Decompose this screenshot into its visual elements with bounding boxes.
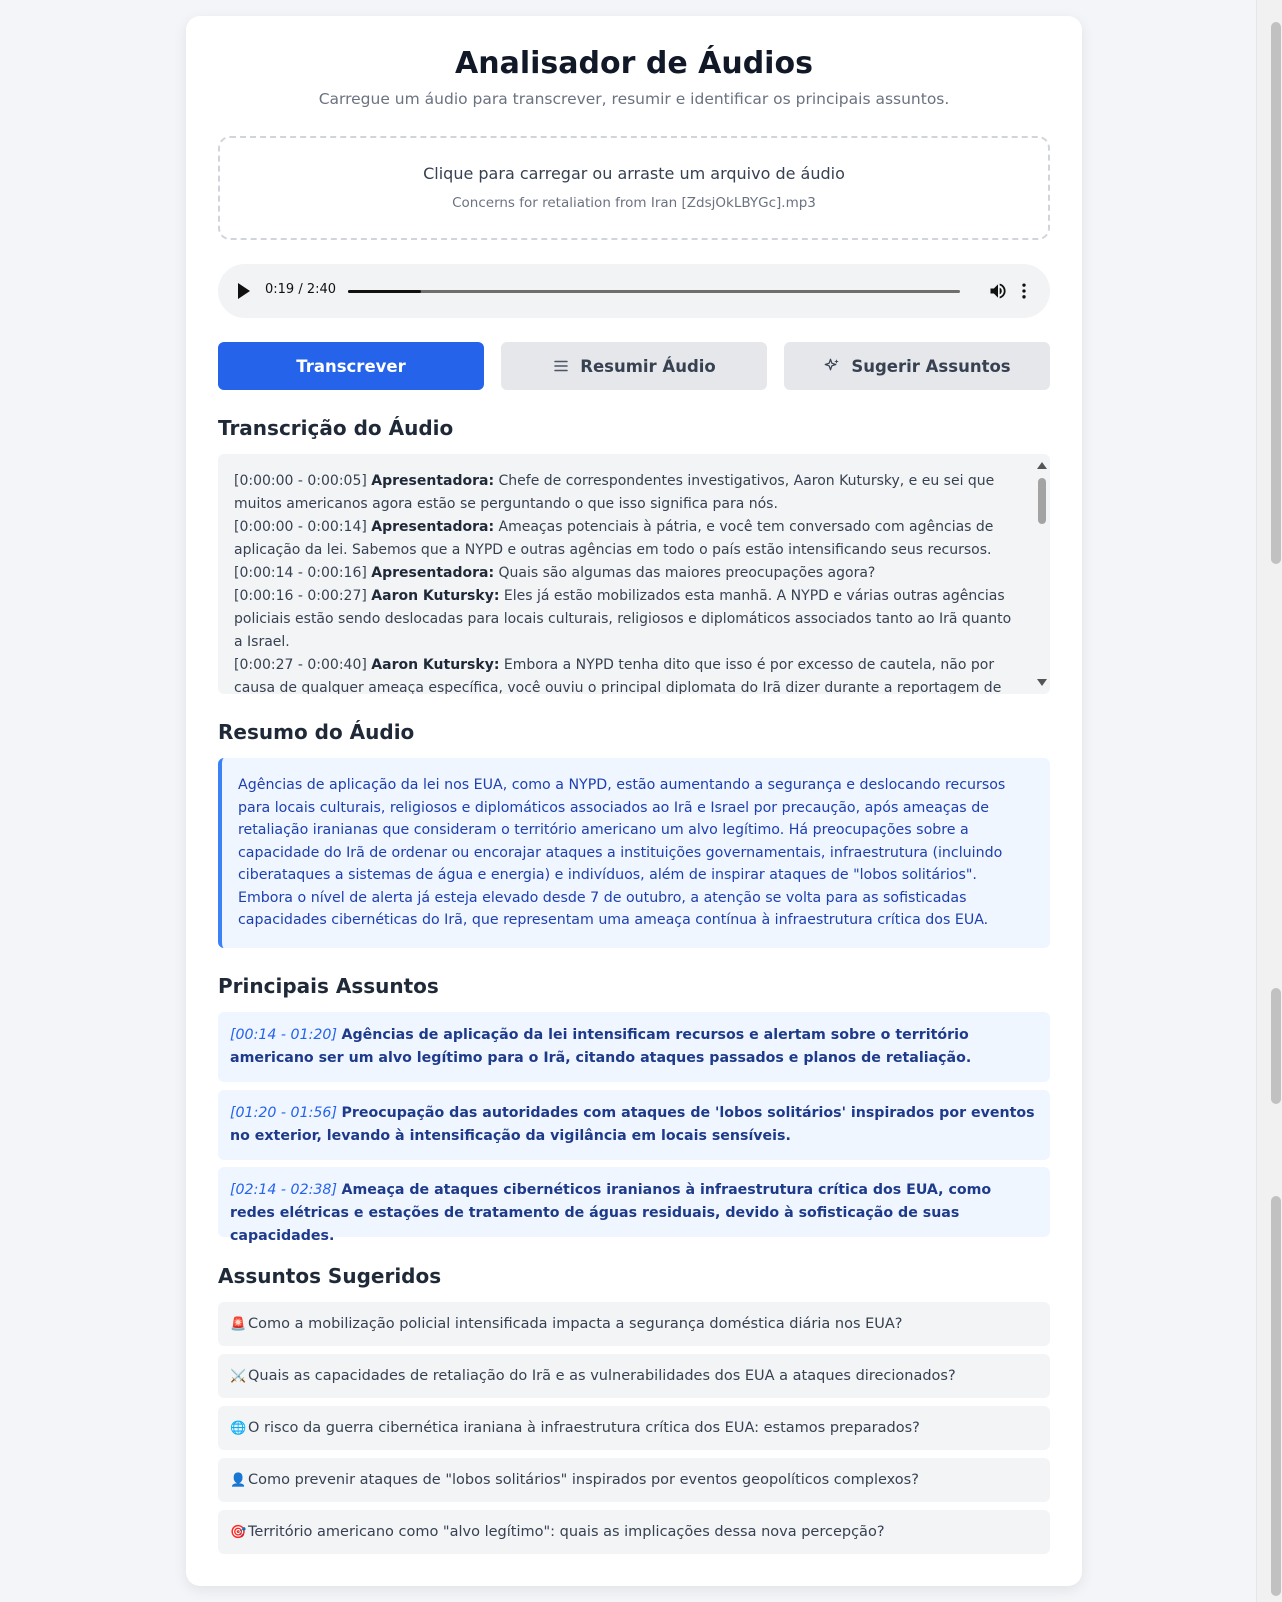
- suggested-topic-item[interactable]: 👤 Como prevenir ataques de "lobos solitá…: [218, 1458, 1050, 1502]
- upload-prompt: Clique para carregar ou arraste um arqui…: [423, 164, 845, 183]
- transcript-entry: [0:00:16 - 0:00:27] Aaron Kutursky: Eles…: [234, 588, 1012, 650]
- suggested-topic-text: O risco da guerra cibernética iraniana à…: [248, 1420, 920, 1436]
- topic-timestamp: [01:20 - 01:56]: [230, 1105, 337, 1121]
- audio-time: 0:19 / 2:40: [265, 282, 337, 297]
- summarize-button-label: Resumir Áudio: [580, 356, 716, 376]
- transcript-entry: [0:00:00 - 0:00:05] Apresentadora: Chefe…: [234, 473, 995, 512]
- transcript-entry: [0:00:00 - 0:00:14] Apresentadora: Ameaç…: [234, 519, 994, 558]
- suggested-topic-text: Quais as capacidades de retaliação do Ir…: [248, 1368, 956, 1384]
- globe-icon: 🌐: [230, 1420, 247, 1436]
- scroll-up-icon[interactable]: [1037, 462, 1047, 469]
- crossed-swords-icon: ⚔️: [230, 1368, 247, 1384]
- topic-text: Agências de aplicação da lei intensifica…: [230, 1027, 972, 1066]
- main-card: Analisador de Áudios Carregue um áudio p…: [186, 16, 1082, 1586]
- page-scrollbar-thumb-2[interactable]: [1271, 988, 1281, 1104]
- target-icon: 🎯: [230, 1524, 247, 1540]
- suggested-topic-text: Como prevenir ataques de "lobos solitári…: [248, 1472, 919, 1488]
- summary-box: Agências de aplicação da lei nos EUA, co…: [218, 758, 1050, 948]
- transcript-heading: Transcrição do Áudio: [218, 416, 454, 440]
- suggested-topic-item[interactable]: ⚔️ Quais as capacidades de retaliação do…: [218, 1354, 1050, 1398]
- audio-seek-bar[interactable]: [348, 290, 960, 293]
- topic-text: Preocupação das autoridades com ataques …: [230, 1105, 1035, 1144]
- person-icon: 👤: [230, 1472, 247, 1488]
- play-icon[interactable]: [238, 283, 250, 299]
- suggested-topic-item[interactable]: 🚨 Como a mobilização policial intensific…: [218, 1302, 1050, 1346]
- siren-icon: 🚨: [230, 1316, 247, 1332]
- page-scrollbar[interactable]: [1256, 0, 1282, 1602]
- topic-text: Ameaça de ataques cibernéticos iranianos…: [230, 1182, 992, 1244]
- suggested-topic-text: Território americano como "alvo legítimo…: [248, 1524, 885, 1540]
- lines-icon: [554, 360, 568, 372]
- uploaded-filename: Concerns for retaliation from Iran [Zdsj…: [452, 195, 816, 211]
- transcript-box[interactable]: [0:00:00 - 0:00:05] Apresentadora: Chefe…: [218, 454, 1050, 694]
- audio-player: 0:19 / 2:40: [218, 264, 1050, 318]
- suggest-topics-button-label: Sugerir Assuntos: [851, 356, 1011, 376]
- summarize-button[interactable]: Resumir Áudio: [501, 342, 767, 390]
- page-subtitle: Carregue um áudio para transcrever, resu…: [318, 90, 950, 108]
- topic-timestamp: [00:14 - 01:20]: [230, 1027, 337, 1043]
- summary-heading: Resumo do Áudio: [218, 720, 415, 744]
- suggested-topic-item[interactable]: 🎯 Território americano como "alvo legíti…: [218, 1510, 1050, 1554]
- suggested-heading: Assuntos Sugeridos: [218, 1264, 442, 1288]
- transcribe-button[interactable]: Transcrever: [218, 342, 484, 390]
- audio-seek-progress: [348, 290, 421, 293]
- transcript-entry: [0:00:14 - 0:00:16] Apresentadora: Quais…: [234, 565, 876, 581]
- topic-item: [02:14 - 02:38] Ameaça de ataques cibern…: [218, 1167, 1050, 1244]
- topic-item: [00:14 - 01:20] Agências de aplicação da…: [218, 1012, 1050, 1082]
- page-scrollbar-thumb[interactable]: [1271, 22, 1281, 564]
- transcript-scrollbar-thumb[interactable]: [1038, 478, 1046, 524]
- suggested-topic-item[interactable]: 🌐 O risco da guerra cibernética iraniana…: [218, 1406, 1050, 1450]
- transcribe-button-label: Transcrever: [296, 356, 406, 376]
- suggested-topic-text: Como a mobilização policial intensificad…: [248, 1316, 903, 1332]
- more-options-icon[interactable]: [1014, 281, 1034, 301]
- transcript-content: [0:00:00 - 0:00:05] Apresentadora: Chefe…: [234, 470, 1014, 694]
- sparkles-icon: [825, 358, 840, 371]
- transcript-entry: [0:00:27 - 0:00:40] Aaron Kutursky: Embo…: [234, 657, 1002, 694]
- suggest-topics-button[interactable]: Sugerir Assuntos: [784, 342, 1050, 390]
- topics-heading: Principais Assuntos: [218, 974, 439, 998]
- transcript-scrollbar[interactable]: [1034, 454, 1050, 694]
- page-title: Analisador de Áudios: [455, 46, 813, 81]
- audio-upload-dropzone[interactable]: Clique para carregar ou arraste um arqui…: [218, 136, 1050, 240]
- page-scrollbar-thumb-3[interactable]: [1271, 1196, 1281, 1596]
- topic-item: [01:20 - 01:56] Preocupação das autorida…: [218, 1090, 1050, 1160]
- scroll-down-icon[interactable]: [1037, 679, 1047, 686]
- volume-icon[interactable]: [988, 281, 1008, 301]
- topic-timestamp: [02:14 - 02:38]: [230, 1182, 337, 1198]
